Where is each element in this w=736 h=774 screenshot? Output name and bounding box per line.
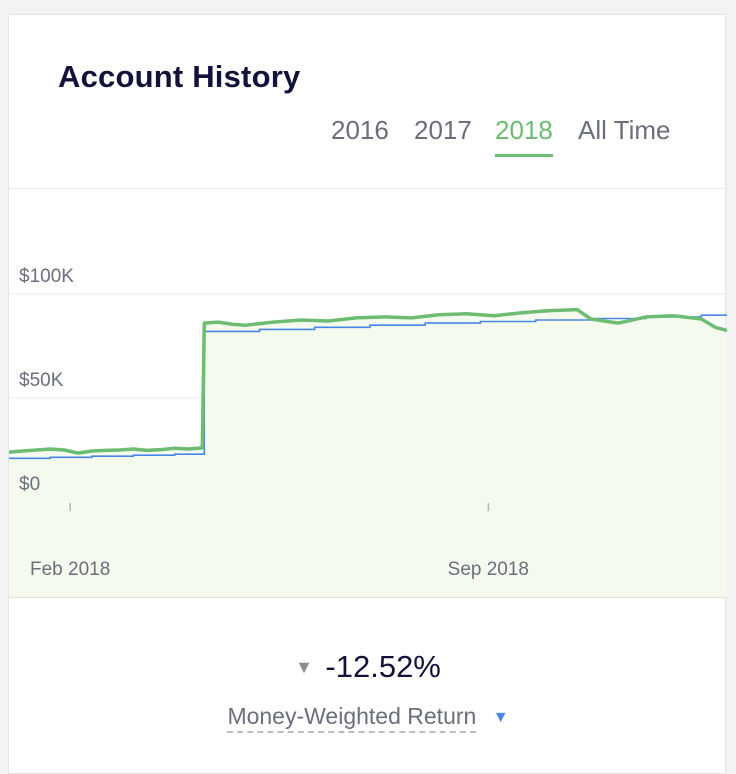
y-tick-label: $100K: [19, 266, 74, 287]
down-triangle-icon: ▼: [295, 656, 313, 677]
chevron-down-icon: ▼: [492, 708, 509, 726]
tab-2016[interactable]: 2016: [331, 115, 389, 146]
tab-2018[interactable]: 2018: [495, 115, 553, 146]
area-layer: [9, 309, 727, 597]
metric-label: Money-Weighted Return: [227, 703, 477, 733]
tab-2017[interactable]: 2017: [414, 115, 472, 146]
tab-all-time[interactable]: All Time: [578, 115, 670, 146]
return-summary: ▼ -12.52%: [9, 649, 727, 685]
chart-svg: $100K $50K $0 Feb 2018 Sep 2018: [9, 266, 727, 597]
account-history-card: Account History 2016 2017 2018 All Time …: [8, 14, 727, 774]
x-tick-label: Feb 2018: [30, 559, 110, 580]
y-tick-label: $50K: [19, 370, 64, 391]
metric-selector[interactable]: Money-Weighted Return ▼: [227, 703, 509, 733]
metric-selector-row: Money-Weighted Return ▼: [9, 703, 727, 733]
active-tab-underline: [495, 154, 553, 157]
card-title: Account History: [58, 59, 301, 94]
return-value: -12.52%: [325, 649, 441, 684]
account-history-chart[interactable]: $100K $50K $0 Feb 2018 Sep 2018: [9, 188, 727, 598]
y-tick-label: $0: [19, 474, 40, 495]
x-tick-label: Sep 2018: [448, 559, 529, 580]
value-area: [9, 309, 727, 597]
